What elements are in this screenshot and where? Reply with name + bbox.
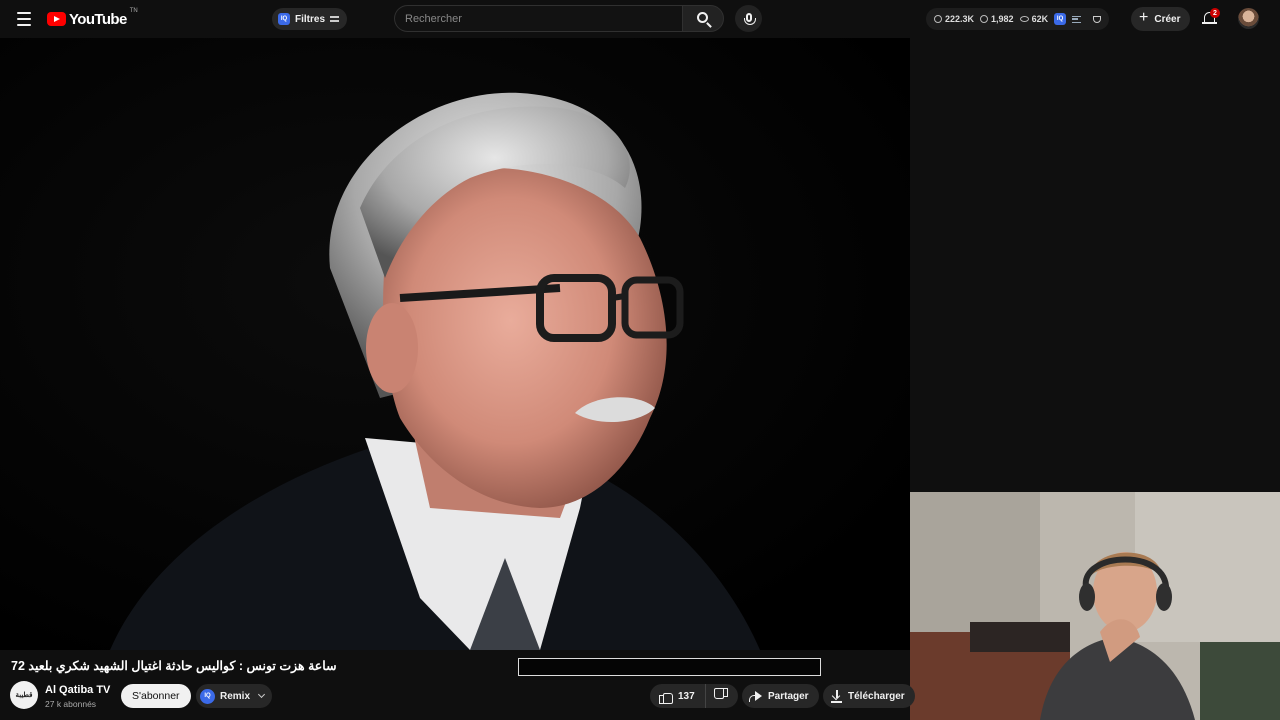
download-icon (831, 690, 842, 703)
create-button[interactable]: + Créer (1131, 7, 1191, 31)
download-button[interactable]: Télécharger (823, 684, 915, 708)
channel-avatar[interactable]: قطيبة (10, 681, 38, 709)
search-button[interactable] (682, 5, 724, 32)
search-input[interactable] (394, 5, 682, 32)
stat-watch-time: 222.3K (934, 14, 974, 24)
like-button[interactable]: 137 (650, 684, 706, 708)
webcam-overlay (910, 492, 1280, 720)
search-bar (394, 5, 724, 32)
share-label: Partager (768, 690, 809, 702)
video-title: ساعة هزت تونس : كواليس حادثة اغتيال الشه… (11, 659, 337, 673)
thumbs-up-icon (659, 690, 673, 704)
video-info: ساعة هزت تونس : كواليس حادثة اغتيال الشه… (0, 650, 915, 720)
search-icon (696, 12, 708, 23)
stats-pill[interactable]: 222.3K 1,982 62K IQ (926, 8, 1110, 30)
channel-name[interactable]: Al Qatiba TV (45, 684, 110, 696)
mic-icon (743, 12, 756, 25)
voice-search-button[interactable] (735, 5, 762, 32)
like-count: 137 (678, 690, 695, 702)
dislike-button[interactable] (706, 684, 738, 708)
trophy-icon (1093, 15, 1102, 23)
remix-button[interactable]: IQ Remix (196, 684, 273, 708)
logo-text: YouTube (69, 10, 127, 28)
notifications-badge: 2 (1210, 8, 1220, 18)
tune-icon (330, 15, 340, 23)
stat-videos-value: 1,982 (991, 14, 1014, 24)
clock-icon (934, 15, 942, 23)
share-button[interactable]: Partager (742, 684, 819, 708)
download-label: Télécharger (848, 690, 905, 702)
menu-icon[interactable] (14, 9, 34, 29)
account-avatar[interactable] (1238, 8, 1259, 29)
list-icon (1072, 15, 1082, 23)
video-player[interactable] (0, 38, 910, 650)
logo-country: TN (129, 8, 138, 14)
iq-badge-icon: IQ (1054, 13, 1067, 25)
plus-icon: + (1139, 9, 1149, 26)
caption-box (518, 658, 821, 676)
iq-badge-icon: IQ (278, 13, 290, 25)
iq-badge-icon: IQ (200, 688, 215, 704)
like-dislike-group: 137 (650, 684, 738, 708)
channel-subscribers: 27 k abonnés (45, 699, 97, 709)
youtube-play-icon (47, 12, 66, 26)
webcam-frame (910, 492, 1280, 720)
stat-views-value: 62K (1031, 14, 1049, 24)
eye-icon (1019, 16, 1029, 22)
top-bar: YouTube TN IQ Filtres 222.3K 1,982 62K I… (0, 0, 1280, 38)
filters-button[interactable]: IQ Filtres (272, 8, 348, 30)
notifications-button[interactable]: 2 (1202, 8, 1220, 28)
stat-views: 62K (1019, 14, 1049, 24)
create-label: Créer (1154, 13, 1181, 25)
youtube-logo[interactable]: YouTube TN (47, 8, 138, 28)
thumbs-down-icon (716, 690, 728, 702)
video-frame (0, 38, 910, 650)
stat-videos: 1,982 (980, 14, 1014, 24)
chevron-down-icon (257, 690, 266, 699)
share-icon (749, 691, 762, 702)
subscribe-button[interactable]: S'abonner (121, 684, 191, 708)
stat-watch-time-value: 222.3K (945, 14, 975, 24)
filters-label: Filtres (295, 13, 326, 25)
bell-icon-base (1202, 22, 1217, 24)
remix-label: Remix (220, 690, 251, 702)
circle-icon (980, 15, 989, 23)
